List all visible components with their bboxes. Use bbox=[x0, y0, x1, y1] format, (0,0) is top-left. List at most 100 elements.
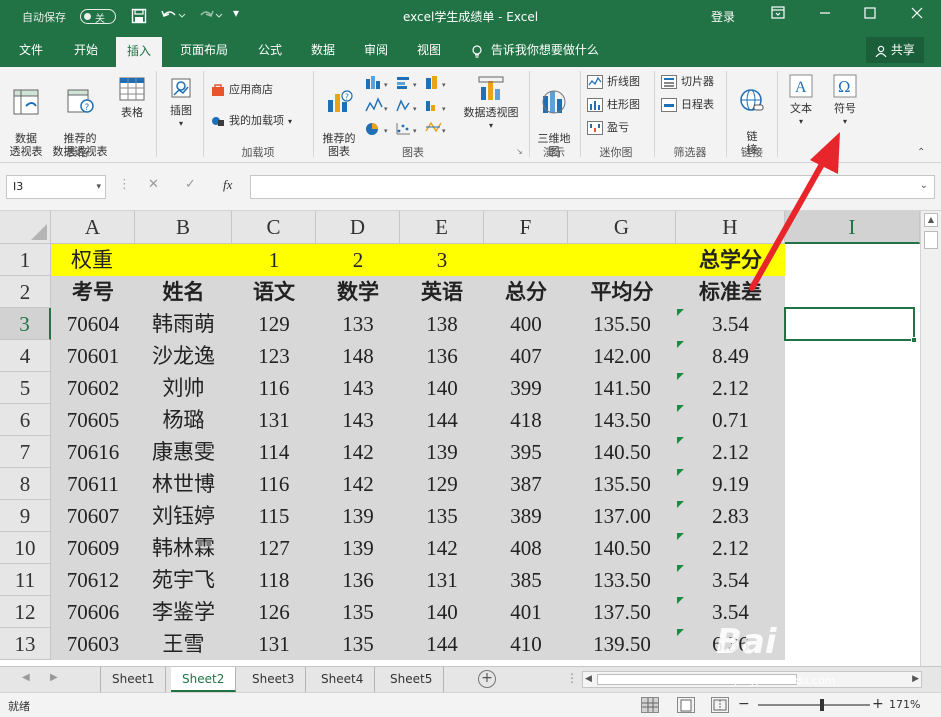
tab-view[interactable]: 视图 bbox=[417, 33, 441, 67]
cell-c3[interactable]: 129 bbox=[232, 308, 316, 340]
column-header-g[interactable]: G bbox=[568, 211, 676, 244]
tab-page-layout[interactable]: 页面布局 bbox=[180, 33, 228, 67]
cell-h6[interactable]: 0.71 bbox=[676, 404, 785, 436]
cell-h5[interactable]: 2.12 bbox=[676, 372, 785, 404]
column-header-f[interactable]: F bbox=[484, 211, 568, 244]
share-button[interactable]: 共享 bbox=[866, 37, 924, 63]
cell-d11[interactable]: 136 bbox=[316, 564, 400, 596]
cell-e11[interactable]: 131 bbox=[400, 564, 484, 596]
cell-c12[interactable]: 126 bbox=[232, 596, 316, 628]
scroll-up-icon[interactable]: ▲ bbox=[924, 213, 938, 227]
cancel-icon[interactable]: ✕ bbox=[148, 177, 159, 192]
column-header-d[interactable]: D bbox=[316, 211, 400, 244]
column-header-b[interactable]: B bbox=[135, 211, 232, 244]
cell-f10[interactable]: 408 bbox=[484, 532, 568, 564]
row-header-8[interactable]: 8 bbox=[0, 468, 51, 500]
cell-f5[interactable]: 399 bbox=[484, 372, 568, 404]
zoom-out-icon[interactable]: − bbox=[738, 696, 750, 712]
cell-e6[interactable]: 144 bbox=[400, 404, 484, 436]
error-indicator-icon[interactable] bbox=[677, 437, 684, 444]
cell-a10[interactable]: 70609 bbox=[51, 532, 135, 564]
cell-c4[interactable]: 123 bbox=[232, 340, 316, 372]
close-icon[interactable] bbox=[905, 5, 929, 27]
cell-h8[interactable]: 9.19 bbox=[676, 468, 785, 500]
cell-c5[interactable]: 116 bbox=[232, 372, 316, 404]
tab-formulas[interactable]: 公式 bbox=[258, 33, 282, 67]
row-header-9[interactable]: 9 bbox=[0, 500, 51, 532]
sheet-tab-3[interactable]: Sheet3 bbox=[241, 667, 307, 692]
cell-g10[interactable]: 140.50 bbox=[568, 532, 676, 564]
maximize-icon[interactable] bbox=[858, 5, 882, 27]
dialog-launcher-icon[interactable]: ↘ bbox=[516, 147, 523, 156]
zoom-in-icon[interactable]: + bbox=[872, 696, 884, 712]
column-header-a[interactable]: A bbox=[51, 211, 135, 244]
active-cell-i3[interactable] bbox=[784, 307, 917, 343]
slicer-button[interactable]: 切片器 bbox=[661, 73, 714, 91]
error-indicator-icon[interactable] bbox=[677, 533, 684, 540]
fill-handle[interactable] bbox=[911, 337, 917, 343]
cell-c8[interactable]: 116 bbox=[232, 468, 316, 500]
normal-view-icon[interactable] bbox=[641, 697, 659, 713]
cell-f13[interactable]: 410 bbox=[484, 628, 568, 660]
error-indicator-icon[interactable] bbox=[677, 309, 684, 316]
cell-f2[interactable]: 总分 bbox=[484, 276, 568, 308]
row-header-11[interactable]: 11 bbox=[0, 564, 51, 596]
table-button[interactable]: 表格 bbox=[114, 75, 150, 119]
row-header-12[interactable]: 12 bbox=[0, 596, 51, 628]
cell-b2[interactable]: 姓名 bbox=[135, 276, 232, 308]
cell-b7[interactable]: 康惠雯 bbox=[135, 436, 232, 468]
cell-g6[interactable]: 143.50 bbox=[568, 404, 676, 436]
drag-handle-icon[interactable]: ⋮ bbox=[118, 177, 131, 192]
name-box[interactable]: I3 ▾ bbox=[6, 175, 106, 199]
vertical-scrollbar[interactable]: ▲ bbox=[920, 211, 941, 666]
cell-b13[interactable]: 王雪 bbox=[135, 628, 232, 660]
cell-c10[interactable]: 127 bbox=[232, 532, 316, 564]
cell-g2[interactable]: 平均分 bbox=[568, 276, 676, 308]
login-link[interactable]: 登录 bbox=[711, 8, 735, 25]
cell-h2[interactable]: 标准差 bbox=[676, 276, 785, 308]
cell-a7[interactable]: 70616 bbox=[51, 436, 135, 468]
row-header-5[interactable]: 5 bbox=[0, 372, 51, 404]
cell-a1[interactable]: 权重 bbox=[51, 244, 135, 276]
cell-f8[interactable]: 387 bbox=[484, 468, 568, 500]
cell-e13[interactable]: 144 bbox=[400, 628, 484, 660]
cell-e8[interactable]: 129 bbox=[400, 468, 484, 500]
row-header-13[interactable]: 13 bbox=[0, 628, 51, 660]
cell-g12[interactable]: 137.50 bbox=[568, 596, 676, 628]
spreadsheet-grid[interactable]: ABCDEFGHI 1 2 3 4 5 6 7 8 9 10 11 12 13 权重 1 2 3 总学分 考号 姓名… bbox=[0, 211, 941, 666]
cell-e7[interactable]: 139 bbox=[400, 436, 484, 468]
add-sheet-icon[interactable]: + bbox=[478, 670, 496, 688]
row-header-3[interactable]: 3 bbox=[0, 308, 51, 340]
cell-e4[interactable]: 136 bbox=[400, 340, 484, 372]
cell-d13[interactable]: 135 bbox=[316, 628, 400, 660]
cell-f3[interactable]: 400 bbox=[484, 308, 568, 340]
row-header-10[interactable]: 10 bbox=[0, 532, 51, 564]
error-indicator-icon[interactable] bbox=[677, 373, 684, 380]
row-header-4[interactable]: 4 bbox=[0, 340, 51, 372]
cell-e5[interactable]: 140 bbox=[400, 372, 484, 404]
cell-f1[interactable] bbox=[484, 244, 568, 276]
cell-d5[interactable]: 143 bbox=[316, 372, 400, 404]
cell-h7[interactable]: 2.12 bbox=[676, 436, 785, 468]
page-break-view-icon[interactable] bbox=[711, 697, 729, 713]
cell-e2[interactable]: 英语 bbox=[400, 276, 484, 308]
cell-g13[interactable]: 139.50 bbox=[568, 628, 676, 660]
cell-f4[interactable]: 407 bbox=[484, 340, 568, 372]
zoom-slider[interactable] bbox=[758, 699, 870, 711]
cell-d10[interactable]: 139 bbox=[316, 532, 400, 564]
cell-f6[interactable]: 418 bbox=[484, 404, 568, 436]
column-header-i[interactable]: I bbox=[785, 211, 920, 244]
cell-a5[interactable]: 70602 bbox=[51, 372, 135, 404]
cell-c11[interactable]: 118 bbox=[232, 564, 316, 596]
sparkline-line-button[interactable]: 折线图 bbox=[587, 73, 640, 91]
cell-c9[interactable]: 115 bbox=[232, 500, 316, 532]
cell-b11[interactable]: 苑宇飞 bbox=[135, 564, 232, 596]
horizontal-scroll-thumb[interactable] bbox=[597, 674, 797, 685]
error-indicator-icon[interactable] bbox=[677, 341, 684, 348]
cell-d7[interactable]: 142 bbox=[316, 436, 400, 468]
tab-home[interactable]: 开始 bbox=[74, 33, 98, 67]
cell-g5[interactable]: 141.50 bbox=[568, 372, 676, 404]
sheet-tab-5[interactable]: Sheet5 bbox=[379, 667, 445, 692]
minimize-icon[interactable] bbox=[813, 5, 837, 27]
error-indicator-icon[interactable] bbox=[677, 405, 684, 412]
